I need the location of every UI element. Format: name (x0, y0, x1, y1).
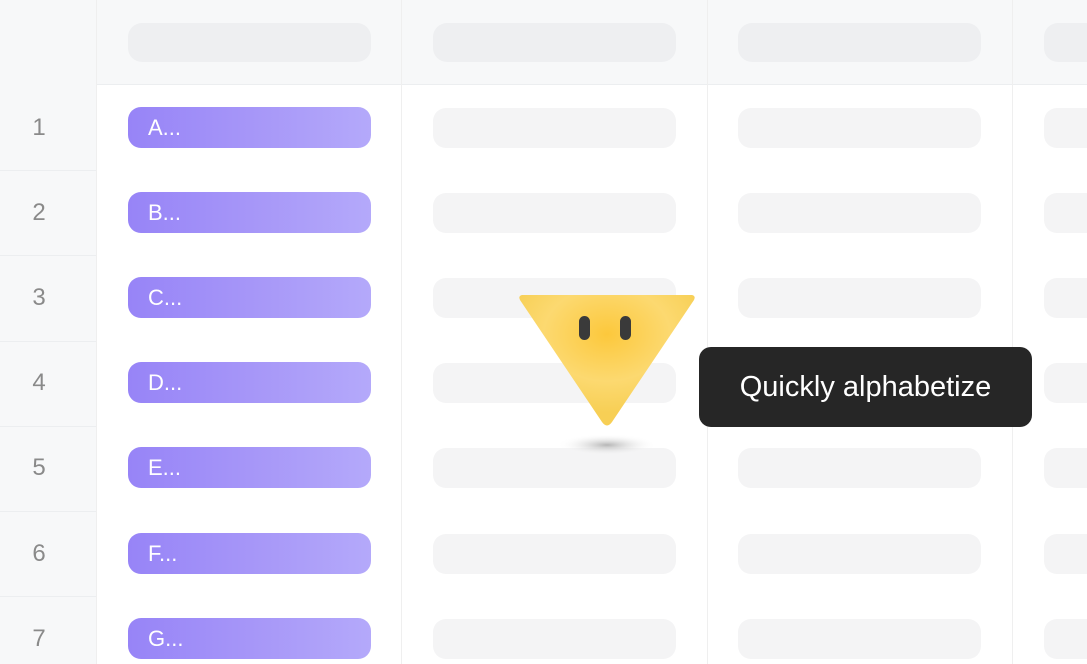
row-number: 5 (32, 454, 46, 482)
tag-cell[interactable]: G... (128, 617, 371, 659)
column-divider (1012, 0, 1013, 664)
cell-placeholder[interactable] (433, 107, 676, 148)
cell-placeholder[interactable] (1044, 533, 1087, 574)
tag-cell[interactable]: F... (128, 532, 371, 574)
row-divider (0, 340, 96, 342)
column-divider (707, 0, 708, 664)
tag-cell[interactable]: B... (128, 191, 371, 233)
cell-placeholder[interactable] (738, 107, 981, 148)
cell-placeholder[interactable] (738, 618, 981, 659)
column-header-placeholder[interactable] (738, 23, 981, 62)
cell-placeholder[interactable] (738, 533, 981, 574)
column-header-placeholder[interactable] (128, 23, 371, 62)
column-divider (401, 0, 402, 664)
row-divider (0, 255, 96, 257)
row-number: 3 (32, 284, 46, 311)
cell-placeholder[interactable] (738, 448, 981, 489)
tag-cell[interactable]: A... (128, 106, 371, 148)
tooltip: Quickly alphabetize (699, 347, 1032, 427)
mascot-eye-right (620, 316, 631, 340)
mascot-eye-left (579, 316, 590, 340)
cell-placeholder[interactable] (738, 192, 981, 233)
tag-cell[interactable]: C... (128, 277, 371, 318)
cell-placeholder[interactable] (1044, 618, 1087, 659)
row-divider (0, 170, 96, 172)
cell-placeholder[interactable] (1044, 107, 1087, 148)
cell-placeholder[interactable] (1044, 278, 1087, 318)
row-number: 7 (32, 624, 46, 652)
row-number: 1 (32, 113, 46, 141)
triangle-mascot-icon (519, 295, 695, 456)
row-divider (0, 596, 96, 598)
row-number: 6 (32, 539, 46, 567)
tag-cell[interactable]: E... (128, 447, 371, 489)
cell-placeholder[interactable] (433, 618, 676, 659)
cell-placeholder[interactable] (433, 533, 676, 574)
cell-placeholder[interactable] (1044, 448, 1087, 489)
cell-placeholder[interactable] (738, 278, 981, 318)
row-divider (0, 511, 96, 512)
row-divider (0, 425, 96, 427)
spreadsheet-grid: 1 A... 2 B... 3 C... 4 D... 5 E... 6 F... 7 G... Quic… (0, 0, 1087, 664)
tag-cell[interactable]: D... (128, 362, 371, 404)
column-header-placeholder[interactable] (1044, 23, 1087, 62)
column-header-placeholder[interactable] (433, 23, 676, 62)
row-number: 2 (32, 198, 46, 226)
cell-placeholder[interactable] (433, 192, 676, 233)
column-divider (96, 0, 97, 664)
cell-placeholder[interactable] (1044, 363, 1087, 404)
row-number: 4 (32, 369, 46, 397)
cell-placeholder[interactable] (1044, 192, 1087, 233)
